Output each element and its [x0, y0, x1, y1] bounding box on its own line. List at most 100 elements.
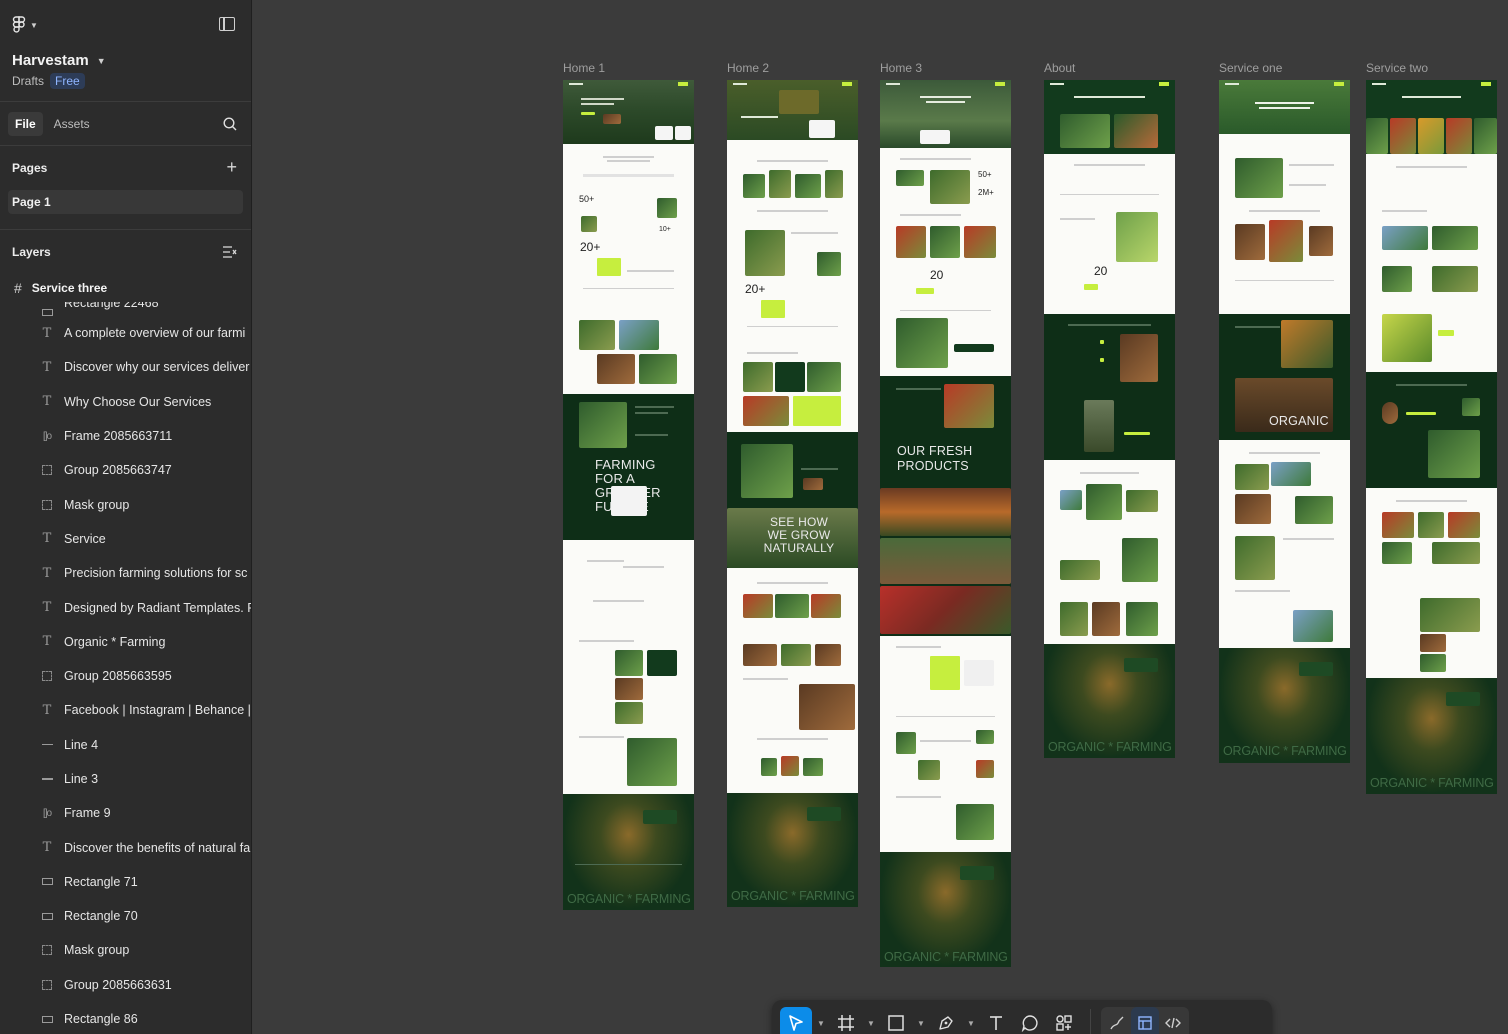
group-layer-icon	[40, 499, 54, 510]
hero-section	[1044, 80, 1175, 154]
layer-item[interactable]: Group 2085663595	[0, 659, 251, 693]
layer-item[interactable]: Mask group	[0, 933, 251, 967]
dev-mode-button[interactable]	[1159, 1007, 1187, 1034]
stat-text: 50+	[978, 170, 992, 179]
rectangle-layer-icon	[40, 912, 54, 920]
dark-section	[1366, 372, 1497, 488]
section-headline: SEE HOW WE GROW NATURALLY	[763, 515, 835, 555]
footer-wordmark: ORGANIC * FARMING	[1223, 744, 1347, 758]
frame-layer-icon: []o	[42, 430, 52, 442]
frame-label-about[interactable]: About	[1044, 61, 1075, 75]
design-mode-button[interactable]	[1131, 1007, 1159, 1034]
chevron-down-icon[interactable]: ▼	[814, 1007, 828, 1034]
comment-tool-button[interactable]	[1014, 1007, 1046, 1034]
frame-home-2[interactable]: 20+ SEE HOW WE GROW NATURALLY ORGANIC * …	[727, 80, 858, 907]
content-section	[1366, 154, 1497, 372]
layer-item[interactable]: T Why Choose Our Services	[0, 385, 251, 419]
project-folder[interactable]: Drafts	[12, 74, 44, 88]
pen-tool-button[interactable]	[930, 1007, 962, 1034]
layer-item[interactable]: T Precision farming solutions for sc	[0, 556, 251, 590]
line-layer-icon	[40, 778, 54, 780]
layer-item[interactable]: Line 4	[0, 728, 251, 762]
cta-section: ORGANIC * FARMING	[563, 794, 694, 910]
rectangle-icon	[888, 1015, 904, 1031]
frame-service-two[interactable]: ORGANIC * FARMING	[1366, 80, 1497, 794]
frame-icon: #	[14, 280, 22, 296]
layer-item[interactable]: []o Frame 9	[0, 796, 251, 830]
page-item-page-1[interactable]: Page 1	[8, 190, 243, 214]
chevron-down-icon[interactable]: ▼	[914, 1007, 928, 1034]
stat-text: 20+	[580, 240, 601, 254]
layer-item[interactable]: Group 2085663631	[0, 968, 251, 1002]
chevron-down-icon[interactable]: ▼	[864, 1007, 878, 1034]
layer-item[interactable]: Group 2085663747	[0, 453, 251, 487]
main-menu-button[interactable]: ▼	[12, 16, 38, 34]
rectangle-layer-icon	[40, 1015, 54, 1023]
layer-item[interactable]: Rectangle 70	[0, 899, 251, 933]
draw-mode-button[interactable]	[1103, 1007, 1131, 1034]
frame-home-1[interactable]: 50+ 10+ 20+ FARMING FOR A GREENER FUTURE	[563, 80, 694, 910]
layer-item[interactable]: T Discover the benefits of natural fa	[0, 830, 251, 864]
frame-label-home-1[interactable]: Home 1	[563, 61, 605, 75]
services-section	[1219, 440, 1350, 648]
footer-wordmark: ORGANIC * FARMING	[731, 889, 855, 903]
layer-root-frame[interactable]: # Service three	[0, 274, 251, 302]
add-page-icon[interactable]: +	[226, 158, 237, 176]
frame-about[interactable]: 20 ORGANIC * FARMING	[1044, 80, 1175, 758]
layer-label: Mask group	[64, 943, 130, 958]
design-mode-icon	[1138, 1016, 1152, 1030]
group-layer-icon	[40, 465, 54, 476]
mode-switcher	[1101, 1007, 1189, 1034]
layer-item[interactable]: T Organic * Farming	[0, 625, 251, 659]
layer-label: Precision farming solutions for sc	[64, 566, 248, 581]
layer-item[interactable]: T Facebook | Instagram | Behance |	[0, 693, 251, 727]
layer-item[interactable]: Rectangle 71	[0, 865, 251, 899]
layer-item[interactable]: T Discover why our services deliver	[0, 350, 251, 384]
layer-item[interactable]: Rectangle 22468	[0, 302, 251, 316]
move-tool-button[interactable]	[780, 1007, 812, 1034]
layer-label: Group 2085663595	[64, 669, 172, 684]
frame-service-one[interactable]: ORGANIC ORGANIC * FARMING	[1219, 80, 1350, 763]
layer-label: Rectangle 71	[64, 874, 138, 889]
layer-item[interactable]: T A complete overview of our farmi	[0, 316, 251, 350]
layer-root-label: Service three	[31, 281, 108, 295]
project-name: Harvestam	[12, 52, 89, 69]
layer-item[interactable]: Rectangle 86	[0, 1002, 251, 1034]
layer-label: Discover the benefits of natural fa	[64, 840, 251, 855]
layers-heading-row: Layers	[0, 230, 251, 274]
layer-item[interactable]: []o Frame 2085663711	[0, 419, 251, 453]
frame-home-3[interactable]: 50+ 2M+ 20 OUR FRESH PRODUCTS ORGANIC * …	[880, 80, 1011, 967]
panel-tabs: File Assets	[0, 102, 251, 146]
frame-label-service-one[interactable]: Service one	[1219, 61, 1282, 75]
tab-file[interactable]: File	[8, 111, 43, 136]
frame-label-home-2[interactable]: Home 2	[727, 61, 769, 75]
toggle-sidebar-icon[interactable]	[219, 17, 235, 31]
text-tool-button[interactable]	[980, 1007, 1012, 1034]
layer-label: Frame 2085663711	[64, 429, 173, 444]
design-canvas[interactable]: Home 1 50+ 10+ 20+ FARMING FOR A ORGANIC…	[253, 0, 1508, 1034]
layer-label: Frame 9	[64, 806, 111, 821]
layer-item[interactable]: Mask group	[0, 487, 251, 521]
pages-section: Pages + Page 1	[0, 146, 251, 230]
pages-heading-row: Pages +	[0, 146, 251, 190]
frame-tool-button[interactable]	[830, 1007, 862, 1034]
shape-tool-button[interactable]	[880, 1007, 912, 1034]
layer-item[interactable]: T Designed by Radiant Templates. F	[0, 590, 251, 624]
layer-item[interactable]: T Service	[0, 522, 251, 556]
collapse-layers-icon[interactable]	[223, 246, 237, 258]
footer-wordmark: ORGANIC * FARMING	[884, 950, 1008, 964]
layer-label: Organic * Farming	[64, 634, 166, 649]
tab-assets[interactable]: Assets	[47, 112, 97, 136]
layer-item[interactable]: Line 3	[0, 762, 251, 796]
chevron-down-icon[interactable]: ▼	[964, 1007, 978, 1034]
frame-label-home-3[interactable]: Home 3	[880, 61, 922, 75]
layer-label: Discover why our services deliver	[64, 360, 250, 375]
frame-layer-icon: []o	[42, 807, 52, 819]
project-name-button[interactable]: Harvestam ▼	[12, 52, 239, 69]
bottom-toolbar: ▼ ▼ ▼ ▼	[772, 1000, 1272, 1034]
chevron-down-icon: ▼	[96, 55, 106, 66]
actions-tool-button[interactable]	[1048, 1007, 1080, 1034]
frame-label-service-two[interactable]: Service two	[1366, 61, 1428, 75]
search-icon[interactable]	[223, 117, 237, 131]
plan-badge[interactable]: Free	[50, 73, 85, 89]
